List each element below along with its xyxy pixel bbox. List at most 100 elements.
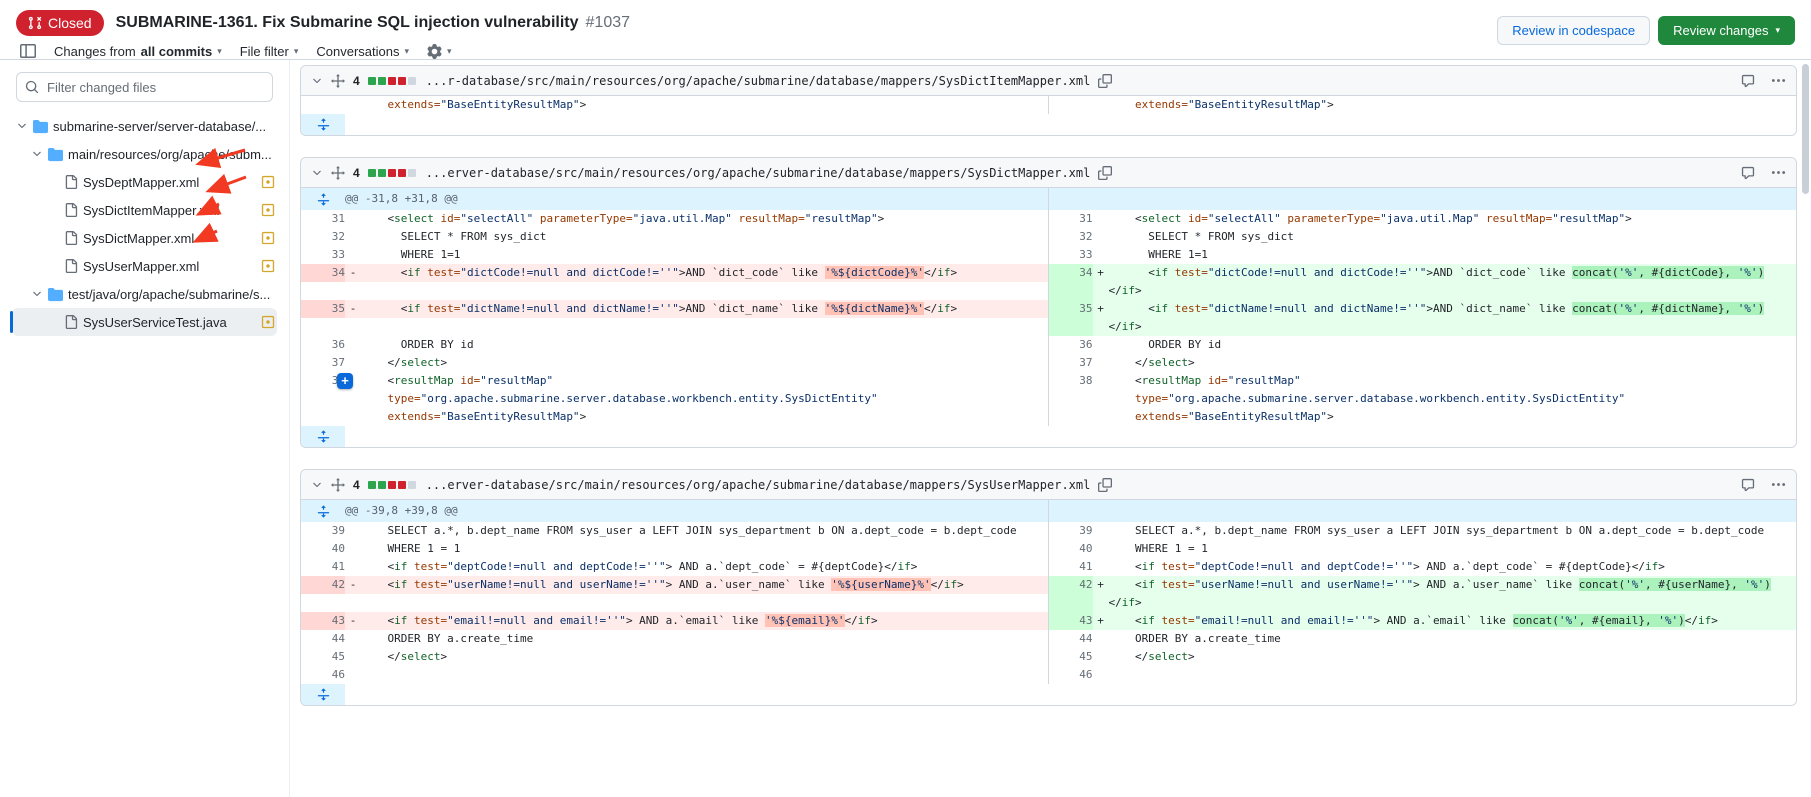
line-number[interactable]: 38+ (301, 372, 345, 390)
kebab-menu-icon[interactable] (1771, 165, 1786, 180)
hunk-header-text: @@ -31,8 +31,8 @@ (345, 188, 1049, 210)
drag-handle-icon[interactable] (331, 166, 345, 180)
kebab-menu-icon[interactable] (1771, 477, 1786, 492)
line-number[interactable]: 31 (1049, 210, 1093, 228)
changed-lines-count: 4 (353, 478, 360, 492)
changes-from-dropdown[interactable]: Changes from all commits ▾ (54, 44, 222, 59)
tree-item-label: SysDictMapper.xml (83, 231, 194, 246)
diff-marker (345, 408, 361, 426)
expand-hunk-up-button[interactable] (301, 500, 345, 522)
line-number[interactable]: 41 (1049, 558, 1093, 576)
vertical-scrollbar[interactable] (1802, 64, 1809, 194)
sidebar-tree-file[interactable]: SysDictItemMapper.xml (12, 196, 277, 224)
line-number[interactable]: 37 (301, 354, 345, 372)
sidebar-tree-dir[interactable]: main/resources/org/apache/subm... (12, 140, 277, 168)
sidebar-tree-dir[interactable]: test/java/org/apache/submarine/s... (12, 280, 277, 308)
line-number[interactable]: 42 (301, 576, 345, 594)
line-number[interactable]: 43 (301, 612, 345, 630)
diff-line-row: 36 ORDER BY id36 ORDER BY id (301, 336, 1796, 354)
kebab-menu-icon[interactable] (1771, 73, 1786, 88)
line-number[interactable]: 32 (301, 228, 345, 246)
line-number[interactable] (1049, 318, 1093, 336)
line-number[interactable]: 46 (1049, 666, 1093, 684)
line-number[interactable]: 40 (1049, 540, 1093, 558)
sidebar-tree-dir[interactable]: submarine-server/server-database/... (12, 112, 277, 140)
review-in-codespace-button[interactable]: Review in codespace (1497, 16, 1650, 45)
line-number[interactable] (1049, 390, 1093, 408)
sidebar-toggle-button[interactable] (20, 43, 36, 59)
copy-path-icon[interactable] (1098, 166, 1112, 180)
review-changes-button[interactable]: Review changes ▾ (1658, 16, 1795, 45)
add-line-comment-button[interactable]: + (337, 373, 353, 389)
hunk-header-row: @@ -31,8 +31,8 @@ (301, 188, 1796, 210)
diff-settings-dropdown[interactable]: ▾ (427, 44, 452, 59)
line-number[interactable] (301, 318, 345, 336)
file-filter-dropdown[interactable]: File filter ▾ (240, 44, 299, 59)
line-number[interactable]: 38 (1049, 372, 1093, 390)
expand-hunk-up-button[interactable] (301, 188, 345, 210)
conversations-dropdown[interactable]: Conversations ▾ (316, 44, 409, 59)
diff-marker (345, 594, 361, 612)
file-tree-sidebar: submarine-server/server-database/...main… (0, 60, 290, 797)
comment-icon[interactable] (1741, 478, 1755, 492)
chevron-down-icon[interactable] (16, 120, 28, 132)
sidebar-tree-file[interactable]: SysUserServiceTest.java (12, 308, 277, 336)
line-number[interactable]: 45 (301, 648, 345, 666)
line-number[interactable] (1049, 282, 1093, 300)
line-number[interactable]: 43 (1049, 612, 1093, 630)
line-number[interactable]: 40 (301, 540, 345, 558)
line-number[interactable]: 34 (1049, 264, 1093, 282)
code-line: + <if test="email!=null and email!=''"> … (1093, 612, 1797, 630)
line-number[interactable]: 33 (1049, 246, 1093, 264)
line-number[interactable]: 36 (301, 336, 345, 354)
filter-changed-files-input[interactable] (16, 72, 273, 102)
line-number[interactable]: 45 (1049, 648, 1093, 666)
line-number[interactable] (301, 594, 345, 612)
line-number[interactable] (301, 96, 345, 114)
diff-marker (1093, 594, 1109, 612)
line-number[interactable]: 39 (1049, 522, 1093, 540)
chevron-down-icon[interactable] (31, 148, 43, 160)
line-number[interactable]: 33 (301, 246, 345, 264)
comment-icon[interactable] (1741, 166, 1755, 180)
collapse-diff-chevron-icon[interactable] (311, 167, 323, 179)
sidebar-tree-file[interactable]: SysDeptMapper.xml (12, 168, 277, 196)
line-number[interactable]: 41 (301, 558, 345, 576)
sidebar-tree-file[interactable]: SysDictMapper.xml (12, 224, 277, 252)
line-number[interactable] (1049, 594, 1093, 612)
expand-hunk-down-button[interactable] (301, 114, 345, 135)
diff-table: @@ -31,8 +31,8 @@31 <select id="selectAl… (301, 188, 1796, 447)
line-number[interactable]: 44 (1049, 630, 1093, 648)
line-number[interactable]: 31 (301, 210, 345, 228)
collapse-diff-chevron-icon[interactable] (311, 75, 323, 87)
hunk-header-text: @@ -39,8 +39,8 @@ (345, 500, 1049, 522)
code-line: </select> (345, 354, 1049, 372)
line-number[interactable]: 39 (301, 522, 345, 540)
line-number[interactable]: 42 (1049, 576, 1093, 594)
line-number[interactable]: 36 (1049, 336, 1093, 354)
line-number[interactable]: 44 (301, 630, 345, 648)
line-number[interactable] (301, 408, 345, 426)
line-number[interactable]: 32 (1049, 228, 1093, 246)
collapse-diff-chevron-icon[interactable] (311, 479, 323, 491)
drag-handle-icon[interactable] (331, 478, 345, 492)
line-number[interactable] (1049, 408, 1093, 426)
code-line: ORDER BY id (345, 336, 1049, 354)
line-number[interactable]: 37 (1049, 354, 1093, 372)
line-number[interactable] (301, 282, 345, 300)
line-number[interactable]: 35 (301, 300, 345, 318)
line-number[interactable]: 35 (1049, 300, 1093, 318)
line-number[interactable]: 46 (301, 666, 345, 684)
comment-icon[interactable] (1741, 74, 1755, 88)
diff-file-panel: 4...erver-database/src/main/resources/or… (300, 157, 1797, 448)
line-number[interactable] (301, 390, 345, 408)
expand-hunk-down-button[interactable] (301, 684, 345, 705)
chevron-down-icon[interactable] (31, 288, 43, 300)
expand-hunk-down-button[interactable] (301, 426, 345, 447)
line-number[interactable] (1049, 96, 1093, 114)
copy-path-icon[interactable] (1098, 478, 1112, 492)
drag-handle-icon[interactable] (331, 74, 345, 88)
copy-path-icon[interactable] (1098, 74, 1112, 88)
sidebar-tree-file[interactable]: SysUserMapper.xml (12, 252, 277, 280)
line-number[interactable]: 34 (301, 264, 345, 282)
